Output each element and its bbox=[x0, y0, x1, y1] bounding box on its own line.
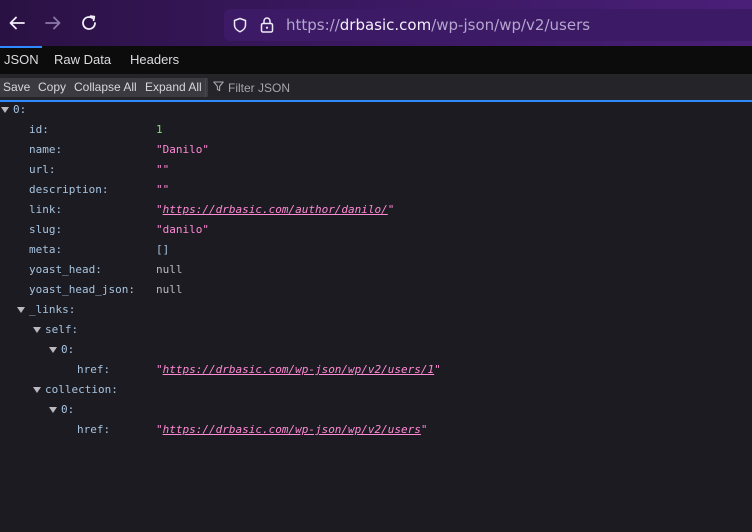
arrow-right-icon bbox=[45, 16, 61, 30]
back-button[interactable] bbox=[1, 7, 33, 39]
json-key: 0: bbox=[61, 343, 75, 356]
lock-icon[interactable] bbox=[259, 16, 275, 34]
tab-headers[interactable]: Headers bbox=[130, 46, 179, 74]
json-value: "" bbox=[156, 163, 170, 176]
json-key: 0: bbox=[61, 403, 75, 416]
json-string: danilo bbox=[162, 223, 203, 236]
tree-row-self-0[interactable]: 0: bbox=[0, 340, 752, 360]
url-domain: drbasic.com bbox=[339, 16, 432, 34]
tree-row: yoast_head: null bbox=[0, 260, 752, 280]
json-value: "Danilo" bbox=[156, 143, 209, 156]
json-key: description: bbox=[29, 183, 109, 196]
json-key: yoast_head: bbox=[29, 263, 102, 276]
tree-row-collection[interactable]: collection: bbox=[0, 380, 752, 400]
tree-row: yoast_head_json: null bbox=[0, 280, 752, 300]
json-action-bar: Save Copy Collapse All Expand All bbox=[0, 74, 752, 100]
tree-row: id: 1 bbox=[0, 120, 752, 140]
expanded-arrow-icon[interactable] bbox=[49, 407, 57, 413]
url-scheme: https:// bbox=[286, 16, 340, 34]
tree-row-root[interactable]: 0: bbox=[0, 100, 752, 120]
tree-row-links[interactable]: _links: bbox=[0, 300, 752, 320]
expanded-arrow-icon[interactable] bbox=[49, 347, 57, 353]
copy-button[interactable]: Copy bbox=[35, 78, 73, 97]
author-link[interactable]: https://drbasic.com/author/danilo/ bbox=[163, 203, 388, 216]
viewer-tab-bar: JSON Raw Data Headers bbox=[0, 46, 752, 74]
json-key: slug: bbox=[29, 223, 63, 236]
json-key: 0: bbox=[13, 103, 27, 116]
json-key: _links: bbox=[29, 303, 76, 316]
json-value: "" bbox=[156, 183, 170, 196]
self-href-link[interactable]: https://drbasic.com/wp-json/wp/v2/users/… bbox=[163, 363, 435, 376]
json-key: yoast_head_json: bbox=[29, 283, 135, 296]
json-key: href: bbox=[77, 423, 111, 436]
json-value: "https://drbasic.com/wp-json/wp/v2/users… bbox=[156, 423, 428, 436]
expanded-arrow-icon[interactable] bbox=[1, 107, 9, 113]
json-tree: 0: id: 1 name: "Danilo" url: "" descript… bbox=[0, 102, 752, 532]
tree-row: href: "https://drbasic.com/wp-json/wp/v2… bbox=[0, 420, 752, 440]
arrow-left-icon bbox=[9, 16, 25, 30]
json-key: url: bbox=[29, 163, 56, 176]
json-key: id: bbox=[29, 123, 49, 136]
json-key: self: bbox=[45, 323, 79, 336]
tab-raw-data[interactable]: Raw Data bbox=[54, 46, 111, 74]
forward-button[interactable] bbox=[37, 7, 69, 39]
json-value: [] bbox=[156, 243, 170, 256]
expanded-arrow-icon[interactable] bbox=[17, 307, 25, 313]
json-key: href: bbox=[77, 363, 111, 376]
url-bar[interactable]: https://drbasic.com/wp-json/wp/v2/users bbox=[224, 9, 752, 41]
json-key: collection: bbox=[45, 383, 118, 396]
browser-toolbar: https://drbasic.com/wp-json/wp/v2/users bbox=[0, 0, 752, 46]
json-key: link: bbox=[29, 203, 63, 216]
reload-button[interactable] bbox=[73, 7, 105, 39]
expand-all-button[interactable]: Expand All bbox=[142, 78, 208, 97]
tree-row: description: "" bbox=[0, 180, 752, 200]
collapse-all-button[interactable]: Collapse All bbox=[71, 78, 143, 97]
tree-row: link: "https://drbasic.com/author/danilo… bbox=[0, 200, 752, 220]
json-value: null bbox=[156, 283, 183, 296]
json-key: meta: bbox=[29, 243, 63, 256]
active-tab-indicator bbox=[0, 46, 42, 48]
tree-row-collection-0[interactable]: 0: bbox=[0, 400, 752, 420]
tree-row: meta: [] bbox=[0, 240, 752, 260]
tree-row: slug: "danilo" bbox=[0, 220, 752, 240]
tree-row: href: "https://drbasic.com/wp-json/wp/v2… bbox=[0, 360, 752, 380]
tree-row: url: "" bbox=[0, 160, 752, 180]
json-value: "danilo" bbox=[156, 223, 209, 236]
tab-json[interactable]: JSON bbox=[0, 46, 42, 74]
expanded-arrow-icon[interactable] bbox=[33, 387, 41, 393]
expanded-arrow-icon[interactable] bbox=[33, 327, 41, 333]
json-value: "https://drbasic.com/author/danilo/" bbox=[156, 203, 395, 216]
url-text[interactable]: https://drbasic.com/wp-json/wp/v2/users bbox=[286, 15, 590, 35]
collection-href-link[interactable]: https://drbasic.com/wp-json/wp/v2/users bbox=[163, 423, 421, 436]
json-value: "https://drbasic.com/wp-json/wp/v2/users… bbox=[156, 363, 441, 376]
toolbar-divider bbox=[205, 78, 206, 97]
reload-icon bbox=[82, 15, 96, 30]
json-key: name: bbox=[29, 143, 63, 156]
url-path: /wp-json/wp/v2/users bbox=[431, 16, 591, 34]
shield-icon[interactable] bbox=[232, 17, 248, 33]
tree-row: name: "Danilo" bbox=[0, 140, 752, 160]
json-string: Danilo bbox=[162, 143, 203, 156]
filter-json-input[interactable] bbox=[226, 78, 450, 97]
json-value: 1 bbox=[156, 123, 163, 136]
json-value: null bbox=[156, 263, 183, 276]
tree-row-self[interactable]: self: bbox=[0, 320, 752, 340]
filter-icon bbox=[213, 81, 224, 92]
save-button[interactable]: Save bbox=[0, 78, 37, 97]
